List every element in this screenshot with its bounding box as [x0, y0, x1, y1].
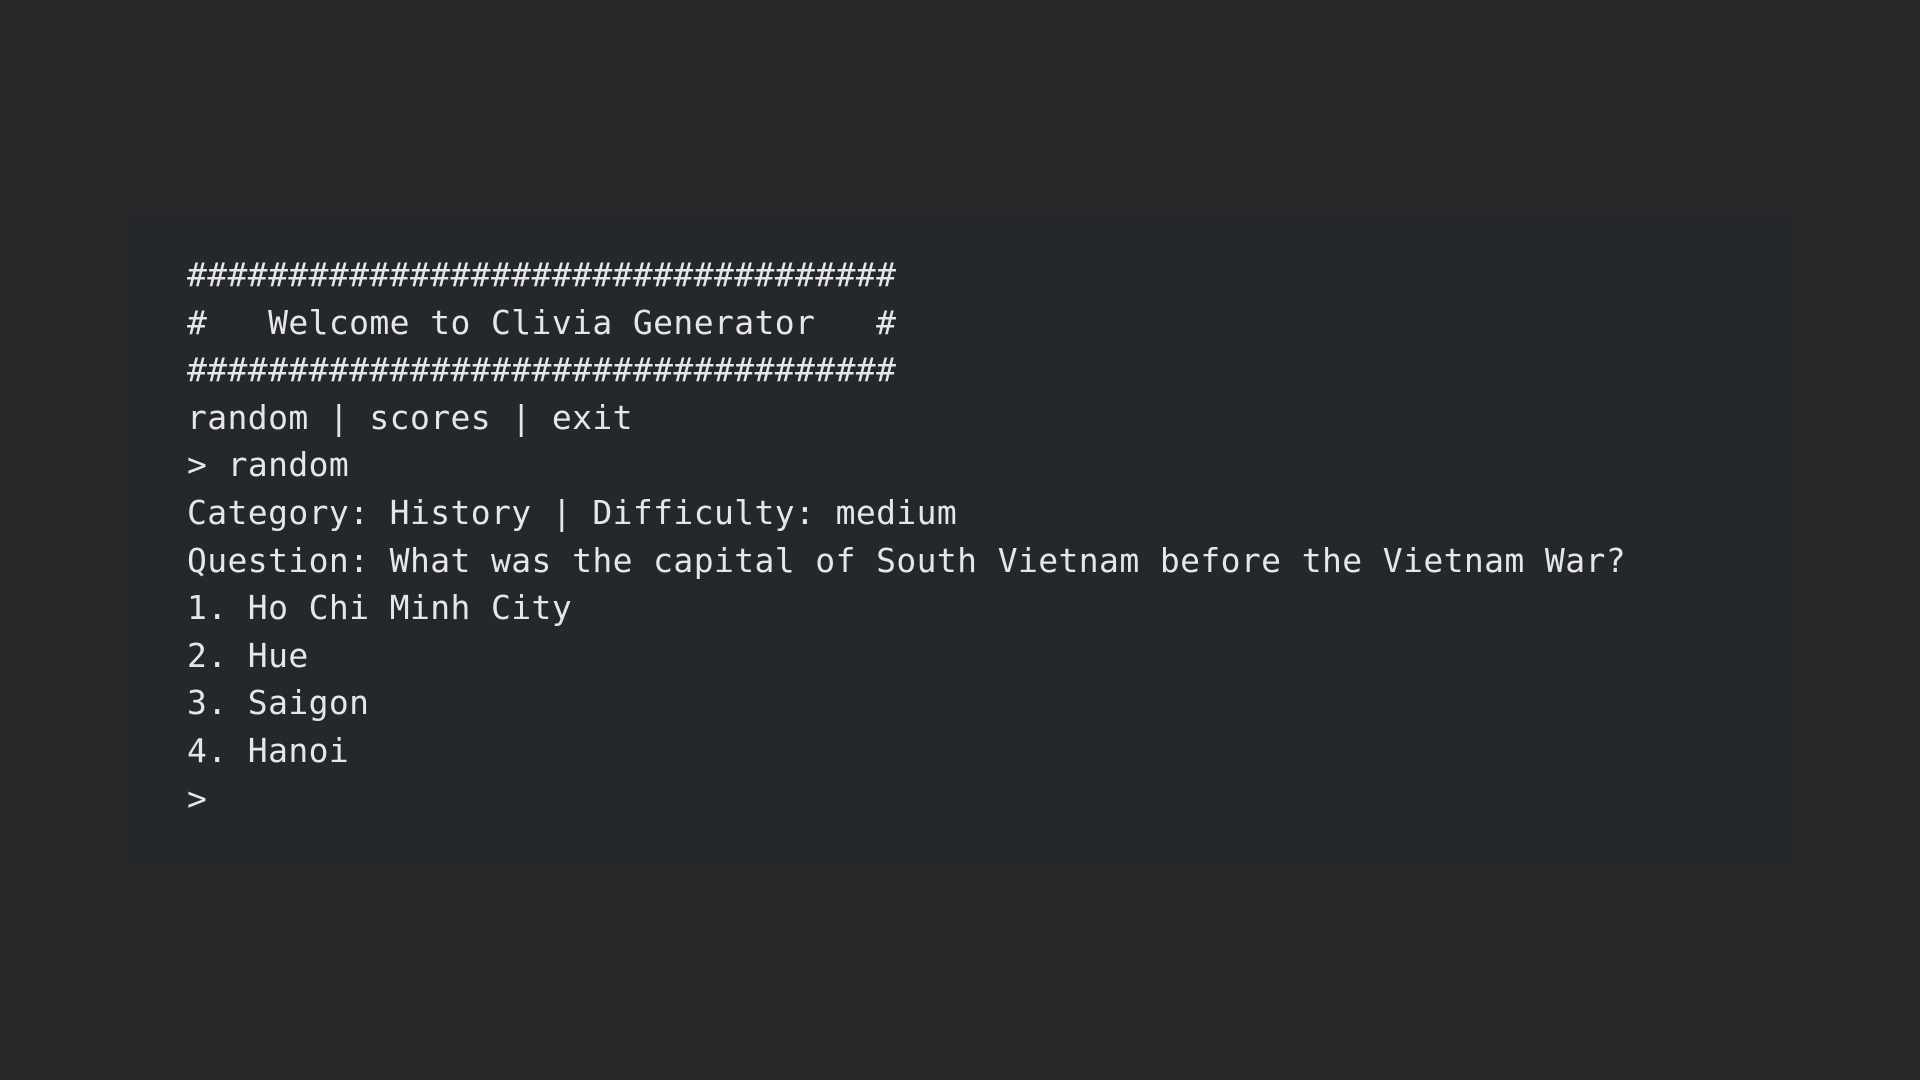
- question-text: Question: What was the capital of South …: [187, 540, 1627, 580]
- answer-option-3: 3. Saigon: [187, 683, 370, 723]
- terminal-window[interactable]: ################################### # We…: [129, 217, 1792, 864]
- answer-option-4: 4. Hanoi: [187, 730, 350, 770]
- command-prompt: >: [187, 445, 208, 485]
- input-prompt: >: [187, 778, 208, 818]
- answer-option-2: 2. Hue: [187, 635, 309, 675]
- banner-title: # Welcome to Clivia Generator #: [187, 302, 897, 342]
- menu-options: random | scores | exit: [187, 397, 633, 437]
- banner-top: ###################################: [187, 255, 897, 294]
- question-meta: Category: History | Difficulty: medium: [187, 492, 958, 532]
- command-text: random: [227, 445, 350, 485]
- command-line: > random: [187, 441, 1792, 489]
- input-line[interactable]: >: [187, 775, 1792, 823]
- banner-bottom: ###################################: [187, 350, 897, 390]
- answer-option-1: 1. Ho Chi Minh City: [187, 588, 573, 628]
